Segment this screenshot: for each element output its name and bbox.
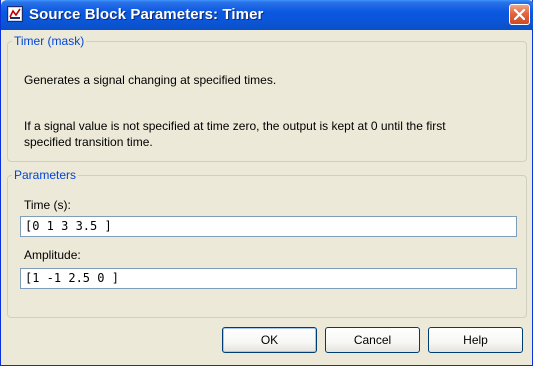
parameters-group-legend: Parameters bbox=[14, 168, 77, 182]
mask-note-line-2: specified transition time. bbox=[24, 135, 153, 149]
parameters-group: Parameters bbox=[7, 168, 527, 318]
time-input[interactable]: [0 1 3 3.5 ] bbox=[20, 216, 517, 237]
mask-description-text: Generates a signal changing at specified… bbox=[24, 73, 277, 87]
mask-note-line-1: If a signal value is not specified at ti… bbox=[24, 119, 446, 133]
close-button[interactable] bbox=[509, 4, 530, 25]
dialog-body: Timer (mask) Generates a signal changing… bbox=[1, 30, 532, 365]
window-title: Source Block Parameters: Timer bbox=[29, 6, 264, 23]
close-icon bbox=[514, 9, 525, 20]
mask-group-legend: Timer (mask) bbox=[14, 34, 85, 48]
amplitude-input[interactable]: [1 -1 2.5 0 ] bbox=[20, 268, 517, 289]
time-label: Time (s): bbox=[24, 198, 71, 212]
cancel-button[interactable]: Cancel bbox=[325, 327, 420, 353]
help-button[interactable]: Help bbox=[428, 327, 523, 353]
dialog-window: Source Block Parameters: Timer Timer (ma… bbox=[0, 0, 533, 366]
title-bar[interactable]: Source Block Parameters: Timer bbox=[1, 0, 533, 30]
amplitude-label: Amplitude: bbox=[24, 248, 81, 262]
simulink-block-icon bbox=[7, 6, 23, 22]
ok-button[interactable]: OK bbox=[222, 327, 317, 353]
